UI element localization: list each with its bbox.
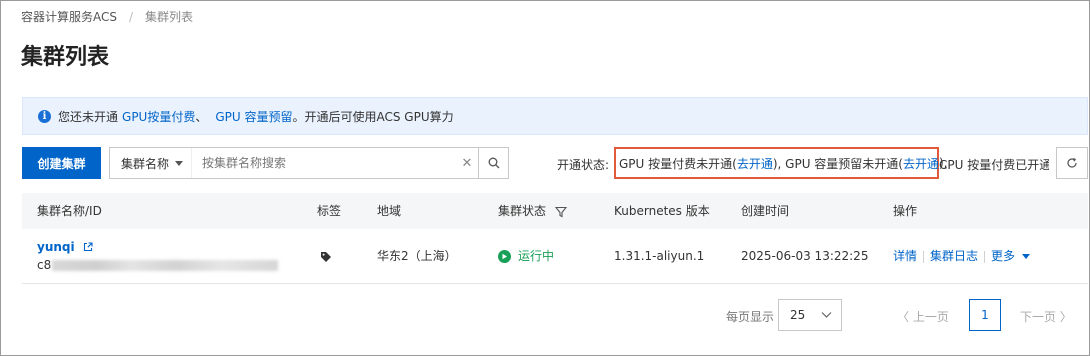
row-actions: 详情 集群日志 更多 [893,229,1031,284]
action-divider [923,250,925,263]
notice-suffix: 。开通后可使用ACS GPU算力 [292,109,454,124]
cluster-created-time: 2025-06-03 13:22:25 [741,249,869,263]
header-version: Kubernetes 版本 [614,204,710,218]
refresh-icon [1067,157,1077,168]
cluster-search-input[interactable] [192,148,456,178]
header-created: 创建时间 [741,204,790,218]
toolbar: 创建集群 集群名称 ✕ 开通状态: GPU 按量付费未开通(去开通), GPU … [22,147,1088,179]
per-page-label: 每页显示 [726,310,775,324]
cpu-payg-status: CPU 按量付费已开通 [939,158,1049,172]
search-icon [488,157,499,169]
next-page-label: 下一页 [1020,310,1057,324]
gpu-pay-as-you-go-link[interactable]: GPU按量付费 [122,108,195,125]
page-number-current[interactable]: 1 [969,299,1001,331]
prev-page-label: 上一页 [912,310,949,324]
cluster-status: 运行中 [498,229,554,284]
activate-gpu-reservation-link[interactable]: 去开通 [903,155,939,172]
external-link-icon [83,242,93,252]
pagination: 每页显示 25 〈 上一页 1 下一页 〉 [726,299,1086,331]
page-title: 集群列表 [21,45,110,70]
table-row: yunqi c8 华东2（上海） 运行中 1.31.1-aliyun.1 202… [22,229,1088,284]
search-scope-select[interactable]: 集群名称 [110,148,192,178]
cluster-status-text: 运行中 [518,249,555,263]
header-status-wrap: 集群状态 [498,193,567,229]
header-status: 集群状态 [498,204,547,218]
cluster-name: yunqi [37,240,75,254]
cluster-name-link[interactable]: yunqi [37,240,93,254]
prev-page-button[interactable]: 〈 上一页 [897,308,949,325]
search-button[interactable] [478,148,508,178]
create-cluster-button[interactable]: 创建集群 [22,147,101,179]
page-frame: 容器计算服务ACS / 集群列表 集群列表 i 您还未开通 GPU按量付费 、 … [0,0,1090,356]
header-name: 集群名称/ID [37,204,102,218]
cluster-region: 华东2（上海） [377,249,457,263]
table-header: 集群名称/ID 标签 地域 集群状态 Kubernetes 版本 创建时间 操作 [22,193,1088,229]
notice-separator: 、 [195,109,208,124]
more-actions-dropdown[interactable]: 更多 [991,229,1015,284]
cluster-id: c8 [37,258,279,272]
activation-status-highlight: GPU 按量付费未开通(去开通), GPU 容量预留未开通(去开通), [614,147,948,179]
breadcrumb: 容器计算服务ACS / 集群列表 [21,8,193,25]
cluster-id-prefix: c8 [37,258,52,272]
header-actions: 操作 [893,204,918,218]
gpu-notice-banner: i 您还未开通 GPU按量付费 、 GPU 容量预留 。开通后可使用ACS GP… [22,97,1088,135]
chevron-right-icon: 〉 [1056,310,1072,324]
gpu-capacity-reservation-link[interactable]: GPU 容量预留 [215,108,292,125]
chevron-left-icon: 〈 [897,310,913,324]
page-size-select[interactable]: 25 [778,299,842,331]
detail-link[interactable]: 详情 [893,229,917,284]
search-scope-label: 集群名称 [121,156,170,171]
running-icon [498,250,511,263]
activation-status-label: 开通状态: [557,158,610,172]
cluster-id-redacted [52,260,279,271]
info-icon: i [38,109,51,123]
next-page-button[interactable]: 下一页 〉 [1020,308,1072,325]
cluster-logs-link[interactable]: 集群日志 [930,229,978,284]
action-divider [984,250,986,263]
caret-down-icon [175,160,184,166]
page-size-value: 25 [790,308,806,322]
header-region: 地域 [377,204,402,218]
chevron-down-icon [821,312,832,318]
breadcrumb-separator: / [129,9,134,24]
tag-icon[interactable] [320,251,332,263]
search-group: 集群名称 ✕ [109,147,509,179]
gpu-payg-status: GPU 按量付费未开通( [619,156,737,171]
breadcrumb-root-link[interactable]: 容器计算服务ACS [21,8,117,25]
gpu-reservation-status: ), GPU 容量预留未开通( [772,156,903,171]
breadcrumb-current: 集群列表 [145,10,194,24]
notice-prefix: 您还未开通 [58,109,119,124]
clear-icon[interactable]: ✕ [456,156,478,171]
header-tags: 标签 [317,204,342,218]
cluster-version: 1.31.1-aliyun.1 [614,249,705,263]
chevron-down-icon [1022,254,1031,259]
filter-icon[interactable] [554,206,567,218]
refresh-button[interactable] [1056,147,1088,179]
activate-gpu-payg-link[interactable]: 去开通 [737,155,773,172]
